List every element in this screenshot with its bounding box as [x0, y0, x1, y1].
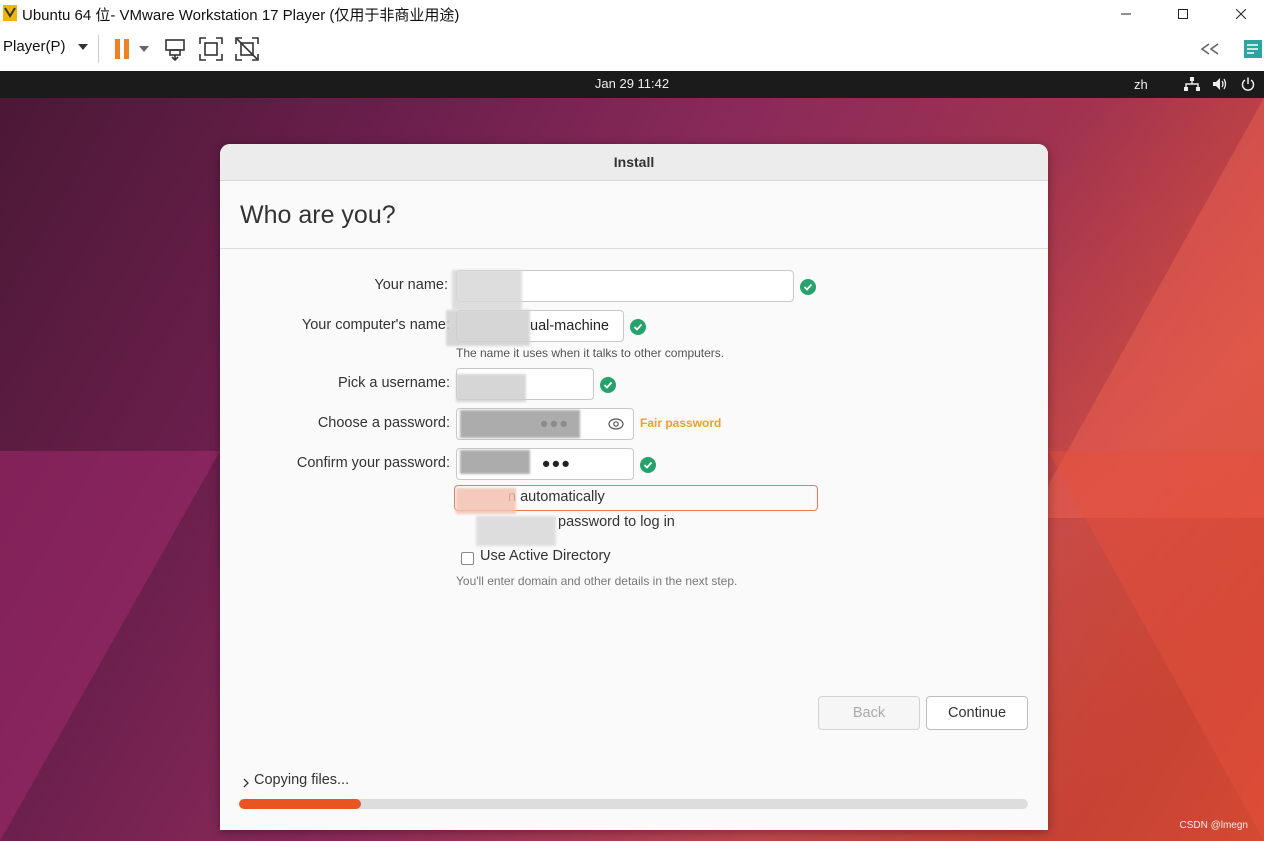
require-password-label[interactable]: password to log in — [558, 514, 675, 530]
gnome-top-bar: Jan 29 11:42 zh — [0, 71, 1264, 98]
continue-button[interactable]: Continue — [926, 696, 1028, 730]
notes-button[interactable] — [1238, 35, 1264, 63]
page-title: Who are you? — [240, 201, 396, 229]
maximize-button[interactable] — [1160, 0, 1206, 27]
network-button[interactable] — [1183, 76, 1201, 92]
install-status-label: Copying files... — [254, 772, 350, 788]
pause-dropdown-button[interactable] — [134, 35, 154, 63]
confirm-password-label: Confirm your password: — [296, 455, 450, 471]
computer-name-label: Your computer's name: — [301, 317, 450, 333]
check-icon — [803, 283, 813, 291]
wallpaper-shape — [1048, 451, 1264, 841]
window-title-bar: Ubuntu 64 位- VMware Workstation 17 Playe… — [0, 0, 1264, 27]
chevron-right-icon — [243, 778, 249, 788]
active-directory-label[interactable]: Use Active Directory — [480, 548, 611, 564]
player-menu[interactable]: Player(P) — [3, 38, 88, 55]
name-label: Your name: — [374, 277, 448, 293]
dialog-title: Install — [613, 154, 655, 170]
close-icon — [1236, 8, 1246, 19]
collapse-icon — [1200, 43, 1219, 55]
minimize-icon — [1121, 13, 1131, 14]
install-status[interactable]: Copying files... — [242, 771, 349, 789]
install-progress-bar — [239, 799, 1028, 809]
clock[interactable]: Jan 29 11:42 — [0, 76, 1264, 91]
player-menu-label: Player(P) — [3, 38, 66, 55]
send-ctrl-alt-del-icon — [165, 39, 185, 61]
collapse-toolbar-button[interactable] — [1196, 35, 1224, 63]
login-automatically-label: n automatically — [508, 489, 605, 505]
eye-icon — [608, 418, 624, 430]
toolbar-divider — [98, 35, 99, 63]
power-button[interactable] — [1239, 76, 1257, 92]
unity-icon — [235, 37, 259, 61]
install-dialog: Install Who are you? Your name: Your com… — [220, 144, 1048, 830]
back-button[interactable]: Back — [818, 696, 920, 730]
confirm-valid-indicator — [640, 457, 656, 473]
username-valid-indicator — [600, 377, 616, 393]
minimize-button[interactable] — [1103, 0, 1149, 27]
pause-button[interactable] — [108, 35, 136, 63]
send-ctrl-alt-del-button[interactable] — [161, 35, 189, 63]
wallpaper-shape — [0, 451, 220, 841]
username-label: Pick a username: — [337, 375, 450, 391]
vmware-app-icon — [3, 5, 17, 21]
password-strength: Fair password — [640, 416, 722, 430]
close-button[interactable] — [1218, 0, 1264, 27]
show-password-button[interactable] — [608, 416, 624, 435]
notes-icon — [1244, 40, 1262, 58]
check-icon — [633, 323, 643, 331]
window-title: Ubuntu 64 位- VMware Workstation 17 Playe… — [22, 7, 460, 24]
check-icon — [603, 381, 613, 389]
vm-display[interactable]: Jan 29 11:42 zh Install Who are you? You… — [0, 71, 1264, 841]
vmware-toolbar: Player(P) — [0, 27, 1264, 72]
network-icon — [1184, 77, 1200, 91]
name-valid-indicator — [800, 279, 816, 295]
power-icon — [1241, 77, 1255, 91]
privacy-mosaic — [452, 270, 522, 310]
active-directory-hint: You'll enter domain and other details in… — [456, 574, 738, 588]
input-language-indicator[interactable]: zh — [1134, 77, 1148, 92]
privacy-mosaic — [460, 410, 580, 438]
dialog-header: Install — [220, 144, 1048, 181]
chevron-down-icon — [77, 43, 88, 50]
unity-button[interactable] — [233, 35, 261, 63]
fit-guest-icon — [199, 37, 223, 61]
active-directory-checkbox[interactable] — [461, 552, 474, 565]
dropdown-icon — [139, 46, 149, 52]
computer-name-hint: The name it uses when it talks to other … — [456, 346, 725, 360]
volume-button[interactable] — [1211, 76, 1229, 92]
privacy-mosaic — [446, 310, 530, 346]
privacy-mosaic — [460, 450, 530, 474]
install-progress-fill — [239, 799, 362, 809]
pause-icon — [115, 39, 129, 59]
privacy-mosaic — [456, 488, 516, 514]
password-label: Choose a password: — [317, 415, 450, 431]
check-icon — [643, 461, 653, 469]
computer-name-valid-indicator — [630, 319, 646, 335]
volume-icon — [1213, 78, 1227, 90]
privacy-mosaic — [476, 516, 556, 546]
privacy-mosaic — [456, 374, 526, 402]
maximize-icon — [1178, 8, 1188, 19]
watermark: CSDN @lmegn — [1179, 820, 1248, 831]
divider — [220, 248, 1048, 249]
fit-guest-button[interactable] — [197, 35, 225, 63]
